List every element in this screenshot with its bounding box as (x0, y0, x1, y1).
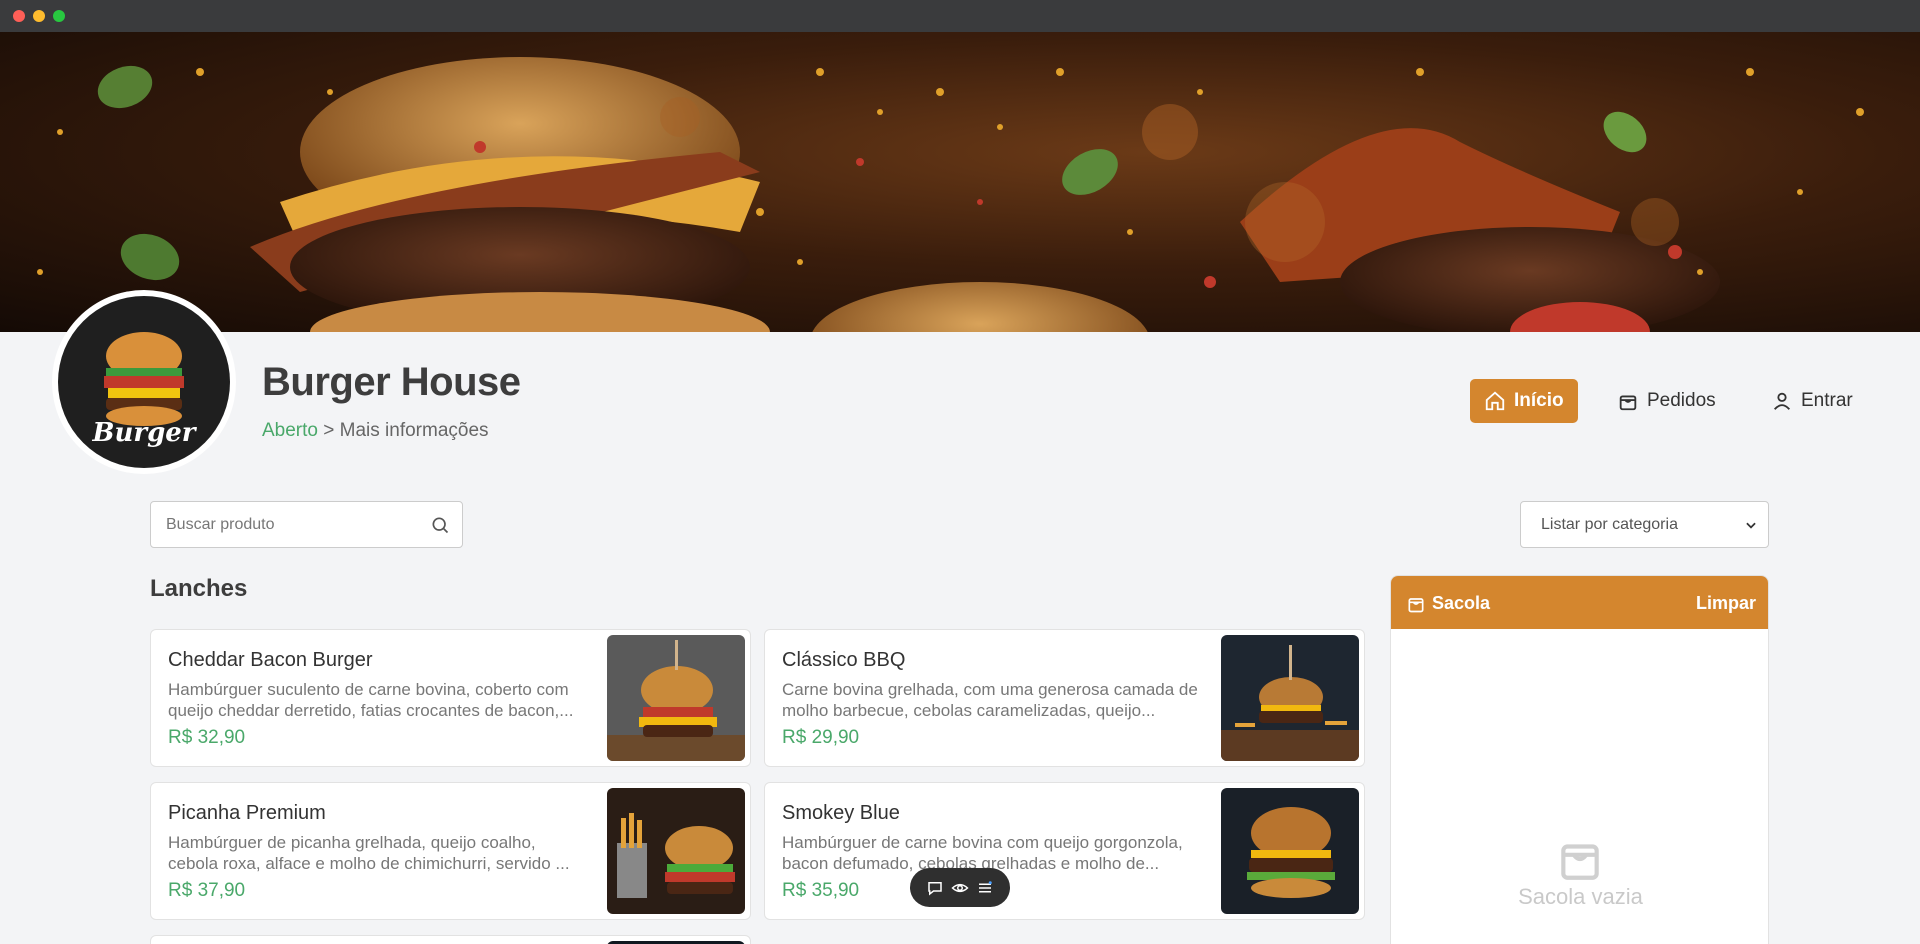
floating-toolbar (910, 868, 1010, 907)
search-icon[interactable] (430, 515, 450, 540)
product-image (1221, 635, 1359, 761)
product-image (607, 635, 745, 761)
product-name: Smokey Blue (782, 802, 900, 824)
window-titlebar (0, 0, 1920, 32)
product-name: Cheddar Bacon Burger (168, 649, 373, 671)
logo-wordmark: Burger (92, 418, 198, 448)
product-description: Hambúrguer de picanha grelhada, queijo c… (168, 833, 570, 873)
product-price: R$ 37,90 (168, 880, 246, 901)
user-icon (1773, 392, 1791, 410)
clear-cart-button[interactable]: Limpar (1696, 593, 1756, 614)
more-info-link[interactable]: Mais informações (340, 420, 489, 441)
product-card[interactable]: Smokey Blue Hambúrguer de carne bovina c… (764, 782, 1365, 920)
section-title: Lanches (150, 575, 248, 602)
close-window-button[interactable] (13, 10, 25, 22)
minimize-window-button[interactable] (33, 10, 45, 22)
product-card[interactable]: Picanha Premium Hambúrguer de picanha gr… (150, 782, 751, 920)
nav-home-button[interactable]: Início (1470, 379, 1578, 423)
maximize-window-button[interactable] (53, 10, 65, 22)
store-name: Burger House (262, 360, 521, 404)
product-image (1221, 788, 1359, 914)
open-status-label: Aberto (262, 420, 318, 441)
cart-empty-message: Sacola vazia (1518, 884, 1643, 909)
comment-icon[interactable] (926, 879, 944, 897)
product-price: R$ 29,90 (782, 727, 860, 748)
product-description: Carne bovina grelhada, com uma generosa … (782, 680, 1198, 720)
product-card[interactable]: Clássico BBQ Carne bovina grelhada, com … (764, 629, 1365, 767)
chevron-down-icon (1744, 518, 1758, 537)
store-status[interactable]: Aberto > Mais informações (262, 420, 489, 442)
product-card[interactable]: Cheddar Bacon Burger Hambúrguer suculent… (150, 629, 751, 767)
nav-orders-label: Pedidos (1647, 390, 1716, 411)
eye-icon[interactable] (951, 879, 969, 897)
product-price: R$ 32,90 (168, 727, 246, 748)
nav-login-label: Entrar (1801, 390, 1853, 411)
search-input[interactable] (151, 502, 411, 547)
product-price: R$ 35,90 (782, 880, 860, 901)
product-card[interactable] (150, 935, 751, 944)
search-box (150, 501, 463, 548)
cart-title: Sacola (1406, 593, 1490, 614)
product-image (607, 788, 745, 914)
nav-login-button[interactable]: Entrar (1757, 379, 1867, 423)
product-name: Clássico BBQ (782, 649, 906, 671)
category-filter-value: Listar por categoria (1541, 516, 1678, 533)
category-filter-select[interactable]: Listar por categoria (1520, 501, 1769, 548)
cart-title-label: Sacola (1432, 593, 1491, 613)
home-icon (1485, 391, 1505, 411)
cart-panel: Sacola Limpar Sacola vazia (1390, 575, 1769, 944)
status-separator: > (317, 420, 340, 441)
menu-icon[interactable] (976, 879, 994, 897)
empty-bag-icon (1555, 834, 1605, 889)
store-logo: Burger (52, 290, 236, 474)
shopping-bag-icon (1619, 395, 1637, 411)
product-description: Hambúrguer suculento de carne bovina, co… (168, 680, 574, 720)
cart-header: Sacola Limpar (1391, 576, 1768, 629)
shopping-bag-icon (1408, 597, 1424, 612)
nav-orders-button[interactable]: Pedidos (1603, 379, 1730, 423)
product-name: Picanha Premium (168, 802, 326, 824)
nav-home-label: Início (1514, 390, 1564, 411)
hero-banner-image (0, 32, 1920, 332)
